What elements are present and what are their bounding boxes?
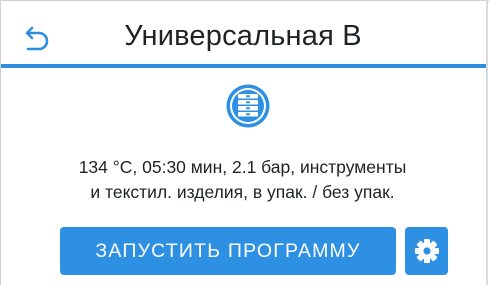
back-button[interactable] <box>22 22 54 54</box>
settings-button[interactable] <box>405 227 448 275</box>
page-title: Универсальная B <box>124 20 362 52</box>
program-description-line-2: и текстил. изделия, в упак. / без упак. <box>90 182 395 202</box>
program-icon <box>224 82 272 130</box>
frame-right-border <box>486 0 488 285</box>
start-program-button[interactable]: ЗАПУСТИТЬ ПРОГРАММУ <box>60 227 396 275</box>
gear-icon <box>414 239 439 263</box>
back-arrow-icon <box>25 26 49 51</box>
program-description: 134 °C, 05:30 мин, 2.1 бар, инструменты … <box>20 155 465 205</box>
program-description-line-1: 134 °C, 05:30 мин, 2.1 бар, инструменты <box>78 157 407 177</box>
instrument-tray-stack-icon <box>224 82 272 130</box>
header-accent-line <box>1 64 486 68</box>
